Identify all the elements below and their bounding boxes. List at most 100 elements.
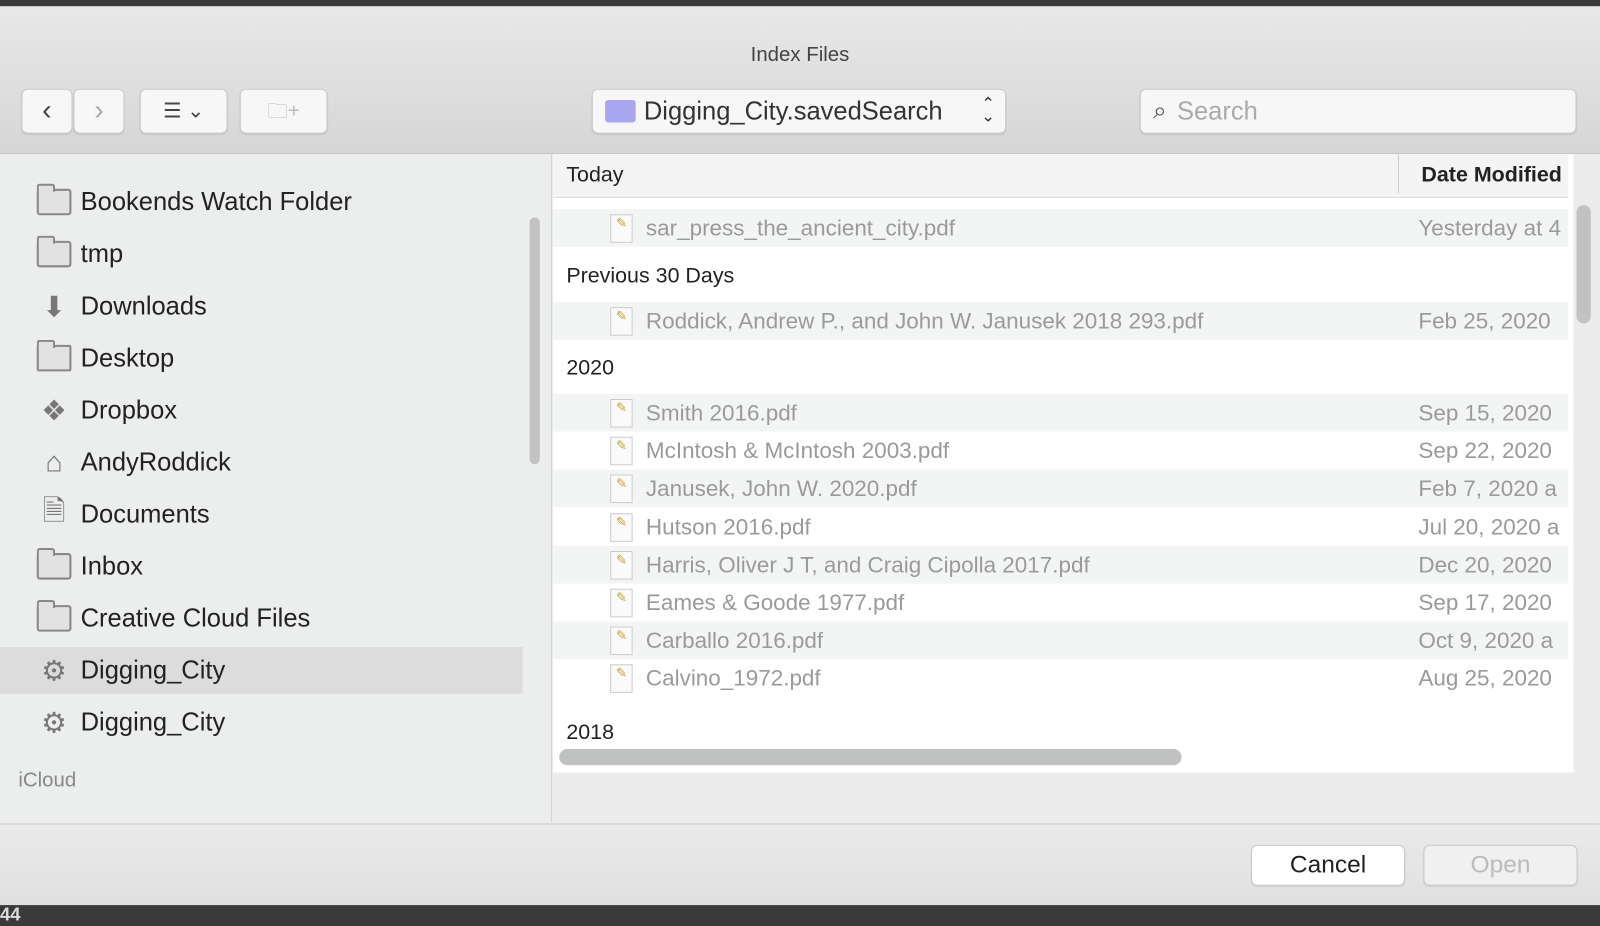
sidebar-section-icloud: iCloud	[18, 769, 77, 792]
group-header: Previous 30 Days	[553, 257, 1569, 295]
sidebar-item[interactable]: ❖ Dropbox	[0, 387, 522, 434]
sidebar-item[interactable]: Desktop	[0, 335, 522, 382]
search-icon: ⌕	[1153, 96, 1167, 125]
file-date: Sep 22, 2020	[1418, 437, 1552, 463]
file-name: Harris, Oliver J T, and Craig Cipolla 20…	[645, 551, 1090, 578]
horizontal-scrollbar[interactable]	[559, 748, 1182, 766]
list-view-icon: ☰ ⌄	[163, 99, 205, 123]
file-row[interactable]: ✎ sar_press_the_ancient_city.pdf Yesterday…	[553, 209, 1569, 247]
sidebar-item[interactable]: ⚙ Digging_City	[0, 699, 522, 746]
file-row[interactable]: ✎ Janusek, John W. 2020.pdf Feb 7, 2020 a	[553, 469, 1569, 508]
pdf-file-icon: ✎	[610, 436, 633, 465]
file-name: Calvino_1972.pdf	[645, 664, 821, 691]
chevron-right-icon: ›	[94, 93, 104, 126]
saved-search-folder-icon	[605, 99, 636, 123]
sidebar-item-label: tmp	[80, 239, 124, 268]
pdf-file-icon: ✎	[610, 512, 633, 542]
pdf-file-icon: ✎	[610, 550, 633, 580]
sidebar-item[interactable]: tmp	[0, 231, 522, 278]
file-row[interactable]: ✎ McIntosh & McIntosh 2003.pdf Sep 22, 202…	[553, 432, 1568, 470]
column-header-name[interactable]: Today	[566, 163, 623, 187]
sidebar-item-label: Creative Cloud Files	[80, 603, 311, 633]
file-name: Hutson 2016.pdf	[645, 513, 811, 540]
sidebar-item-label: Inbox	[80, 551, 144, 581]
group-header: 2018	[553, 713, 1569, 752]
file-name: Carballo 2016.pdf	[645, 627, 824, 653]
view-mode-button[interactable]: ☰ ⌄	[139, 88, 228, 134]
documents-icon: 🗎	[42, 494, 66, 527]
pdf-file-icon: ✎	[610, 306, 633, 336]
toolbar: Index Files ‹ › ☰ ⌄ 🗀+ Digging_City.save…	[0, 7, 1600, 155]
file-date: Jul 20, 2020 a	[1418, 513, 1560, 540]
dialog-title: Index Files	[750, 43, 850, 67]
pdf-file-icon: ✎	[610, 473, 633, 503]
file-row[interactable]: ✎ Roddick, Andrew P., and John W. Janusek…	[553, 302, 1569, 340]
file-row[interactable]: ✎ Eames & Goode 1977.pdf Sep 17, 2020	[553, 584, 1568, 622]
gear-icon: ⚙	[41, 654, 67, 687]
forward-button[interactable]: ›	[73, 88, 125, 134]
sidebar-item-label: AndyRoddick	[80, 447, 231, 477]
file-name: McIntosh & McIntosh 2003.pdf	[645, 437, 950, 463]
file-name: Roddick, Andrew P., and John W. Janusek …	[645, 307, 1204, 334]
file-name: Eames & Goode 1977.pdf	[645, 589, 905, 615]
pdf-file-icon: ✎	[610, 588, 633, 617]
file-row[interactable]: ✎ Carballo 2016.pdf Oct 9, 2020 a	[553, 621, 1569, 660]
group-header: 2020	[553, 348, 1569, 387]
updown-chevron-icon: ⌃ ⌄	[981, 95, 995, 126]
file-name: Janusek, John W. 2020.pdf	[645, 474, 917, 501]
sidebar-item[interactable]: ⬇ Downloads	[0, 283, 522, 330]
new-folder-icon: 🗀+	[267, 99, 300, 123]
location-label: Digging_City.savedSearch	[643, 96, 943, 125]
folder-icon	[36, 183, 73, 218]
sidebar-item-label: Bookends Watch Folder	[80, 187, 352, 216]
sidebar-item-label: Desktop	[80, 343, 175, 372]
sidebar-item-label: Digging_City	[80, 707, 226, 737]
sidebar-item[interactable]: Bookends Watch Folder	[0, 179, 522, 226]
file-name: Smith 2016.pdf	[645, 399, 797, 425]
sidebar-item-label: Documents	[80, 499, 210, 529]
file-date: Yesterday at 4	[1418, 214, 1562, 241]
sidebar-item[interactable]: ⌂ AndyRoddick	[0, 439, 522, 486]
file-date: Aug 25, 2020	[1418, 664, 1552, 691]
desktop-icon	[36, 339, 73, 374]
home-icon: ⌂	[45, 445, 63, 478]
sidebar-item[interactable]: ⚙ Digging_City	[0, 646, 523, 694]
file-date: Sep 17, 2020	[1418, 589, 1552, 615]
sidebar-scrollbar[interactable]	[529, 217, 540, 465]
gear-icon: ⚙	[41, 706, 67, 739]
dialog-footer: Cancel Open	[0, 823, 1600, 906]
search-placeholder: Search	[1176, 96, 1258, 125]
column-header-date-modified[interactable]: Date Modified	[1421, 163, 1561, 187]
chevron-left-icon: ‹	[42, 93, 52, 126]
sidebar-item[interactable]: Creative Cloud Files	[0, 595, 522, 642]
file-row[interactable]: ✎ Hutson 2016.pdf Jul 20, 2020 a	[553, 508, 1568, 546]
file-date: Sep 15, 2020	[1418, 399, 1552, 425]
back-button[interactable]: ‹	[21, 88, 73, 134]
download-icon: ⬇	[42, 290, 67, 322]
file-date: Oct 9, 2020 a	[1418, 627, 1554, 653]
vertical-scrollbar[interactable]	[1576, 205, 1591, 324]
pdf-file-icon: ✎	[610, 663, 633, 693]
open-button[interactable]: Open	[1423, 844, 1578, 886]
file-list: Today Date Modified ✎ sar_press_the_ancie…	[553, 154, 1574, 773]
file-name: sar_press_the_ancient_city.pdf	[645, 214, 955, 241]
folder-icon	[36, 235, 73, 270]
pdf-file-icon: ✎	[610, 398, 633, 428]
file-date: Feb 25, 2020	[1418, 307, 1551, 334]
dropbox-icon: ❖	[41, 394, 67, 427]
file-row[interactable]: ✎ Smith 2016.pdf Sep 15, 2020	[553, 393, 1569, 432]
pdf-file-icon: ✎	[610, 626, 633, 655]
file-row[interactable]: ✎ Calvino_1972.pdf Aug 25, 2020	[553, 659, 1568, 697]
folder-icon	[36, 547, 73, 582]
sidebar-item[interactable]: Inbox	[0, 543, 522, 590]
file-row[interactable]: ✎ Harris, Oliver J T, and Craig Cipolla 2…	[553, 545, 1569, 584]
new-folder-button[interactable]: 🗀+	[239, 88, 328, 134]
open-dialog: Index Files ‹ › ☰ ⌄ 🗀+ Digging_City.save…	[0, 6, 1600, 906]
file-date: Feb 7, 2020 a	[1418, 474, 1557, 501]
list-header: Today Date Modified	[553, 154, 1569, 198]
search-field[interactable]: ⌕ Search	[1139, 88, 1577, 134]
cancel-button[interactable]: Cancel	[1251, 844, 1406, 886]
sidebar-item[interactable]: 🗎 Documents	[0, 491, 522, 538]
location-popup[interactable]: Digging_City.savedSearch ⌃ ⌄	[591, 88, 1007, 134]
sidebar: Bookends Watch Folder tmp ⬇ Downloads Deskto…	[0, 154, 553, 823]
